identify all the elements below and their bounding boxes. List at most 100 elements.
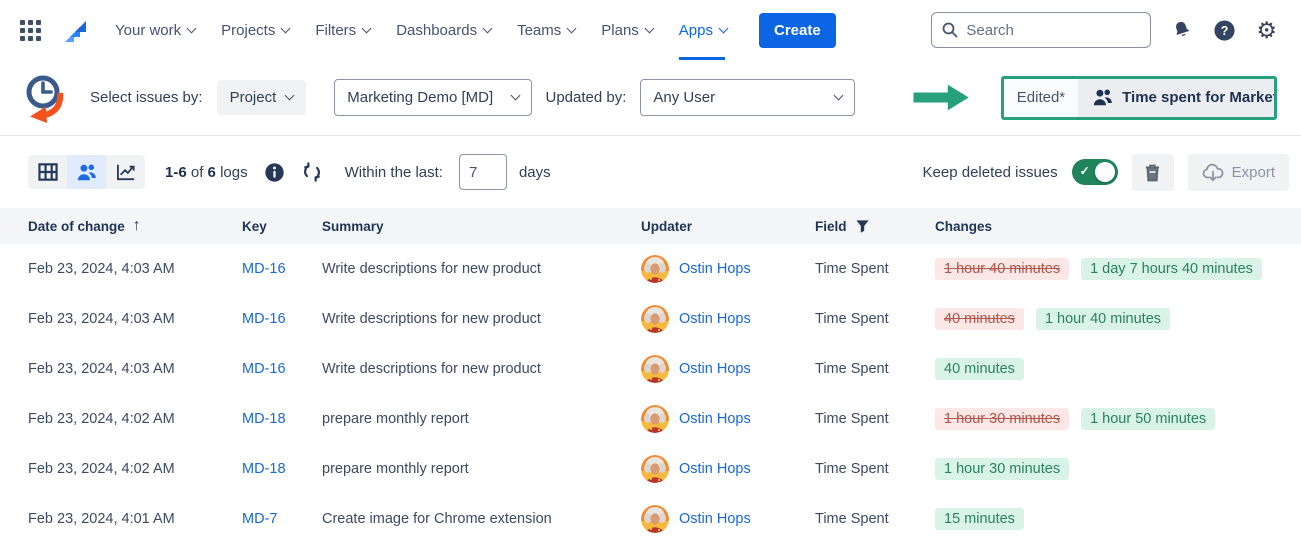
log-toolbar: 1-6 of 6 logs Within the last: days Keep… xyxy=(0,136,1301,208)
saved-view-button[interactable]: Time spent for Market… xyxy=(1078,79,1277,117)
info-icon[interactable] xyxy=(264,162,285,183)
new-value-chip: 1 hour 40 minutes xyxy=(1036,308,1170,330)
settings-icon[interactable]: ⚙ xyxy=(1256,19,1277,42)
issue-key-link[interactable]: MD-18 xyxy=(242,461,322,477)
nav-item-filters[interactable]: Filters xyxy=(315,0,370,60)
help-icon[interactable]: ? xyxy=(1213,19,1236,42)
updated-by-label: Updated by: xyxy=(546,89,627,106)
keep-deleted-toggle[interactable]: ✓ xyxy=(1072,159,1118,185)
logs-count-label: 1-6 of 6 logs xyxy=(165,164,248,181)
row-changes: 40 minutes 1 hour 40 minutes xyxy=(935,308,1301,330)
table-row: Feb 23, 2024, 4:03 AM MD-16 Write descri… xyxy=(0,344,1301,394)
row-field: Time Spent xyxy=(815,361,935,377)
updater-link[interactable]: Ostin Hops xyxy=(679,261,751,277)
table-row: Feb 23, 2024, 4:02 AM MD-18 prepare mont… xyxy=(0,394,1301,444)
chevron-down-icon xyxy=(510,91,520,101)
nav-item-projects[interactable]: Projects xyxy=(221,0,289,60)
row-field: Time Spent xyxy=(815,311,935,327)
app-switcher-icon[interactable] xyxy=(20,20,41,41)
header-key: Key xyxy=(242,219,322,234)
chevron-down-icon xyxy=(719,23,729,33)
row-field: Time Spent xyxy=(815,511,935,527)
table-row: Feb 23, 2024, 4:01 AM MD-7 Create image … xyxy=(0,494,1301,544)
view-switcher xyxy=(28,155,145,189)
updater-avatar xyxy=(641,455,669,483)
new-value-chip: 15 minutes xyxy=(935,508,1024,530)
chevron-down-icon xyxy=(567,23,577,33)
select-issues-by-label: Select issues by: xyxy=(90,89,203,106)
chevron-down-icon xyxy=(281,23,291,33)
filter-bar: Select issues by: Project Marketing Demo… xyxy=(0,60,1301,136)
row-changes: 1 hour 40 minutes 1 day 7 hours 40 minut… xyxy=(935,258,1301,280)
row-changes: 1 hour 30 minutes 1 hour 50 minutes xyxy=(935,408,1301,430)
svg-text:?: ? xyxy=(1221,23,1229,37)
export-button[interactable]: Export xyxy=(1188,154,1289,191)
old-value-chip: 1 hour 40 minutes xyxy=(935,258,1069,280)
chevron-down-icon xyxy=(834,91,844,101)
table-view-icon[interactable] xyxy=(28,155,67,189)
row-field: Time Spent xyxy=(815,261,935,277)
header-field: Field xyxy=(815,219,935,234)
row-summary: Create image for Chrome extension xyxy=(322,511,641,527)
updater-link[interactable]: Ostin Hops xyxy=(679,361,751,377)
chevron-down-icon xyxy=(362,23,372,33)
nav-item-apps[interactable]: Apps xyxy=(679,0,727,60)
updater-link[interactable]: Ostin Hops xyxy=(679,511,751,527)
notifications-icon[interactable] xyxy=(1171,19,1193,41)
chevron-down-icon xyxy=(644,23,654,33)
updater-avatar xyxy=(641,405,669,433)
updater-link[interactable]: Ostin Hops xyxy=(679,311,751,327)
days-label: days xyxy=(519,164,551,181)
export-cloud-icon xyxy=(1202,163,1224,182)
within-last-label: Within the last: xyxy=(345,164,443,181)
sort-ascending-icon[interactable]: ↑ xyxy=(133,217,141,235)
issue-key-link[interactable]: MD-16 xyxy=(242,361,322,377)
delete-logs-button[interactable] xyxy=(1132,154,1174,191)
updater-link[interactable]: Ostin Hops xyxy=(679,411,751,427)
updater-link[interactable]: Ostin Hops xyxy=(679,461,751,477)
table-body: Feb 23, 2024, 4:03 AM MD-16 Write descri… xyxy=(0,244,1301,544)
keep-deleted-label: Keep deleted issues xyxy=(923,164,1058,181)
old-value-chip: 40 minutes xyxy=(935,308,1024,330)
days-input[interactable] xyxy=(459,154,507,190)
jira-logo[interactable] xyxy=(61,16,89,44)
updater-avatar xyxy=(641,305,669,333)
annotation-arrow-icon xyxy=(913,84,968,112)
chevron-down-icon xyxy=(187,23,197,33)
new-value-chip: 40 minutes xyxy=(935,358,1024,380)
search-input[interactable] xyxy=(966,22,1126,39)
row-summary: Write descriptions for new product xyxy=(322,261,641,277)
time-tracking-app-page: Your work Projects Filters Dashboards Te… xyxy=(0,0,1301,548)
people-icon xyxy=(1092,88,1113,107)
nav-item-your-work[interactable]: Your work xyxy=(115,0,195,60)
chart-view-icon[interactable] xyxy=(106,155,145,189)
issue-key-link[interactable]: MD-16 xyxy=(242,261,322,277)
header-date-of-change[interactable]: Date of change ↑ xyxy=(28,217,242,235)
issue-key-link[interactable]: MD-16 xyxy=(242,311,322,327)
new-value-chip: 1 hour 30 minutes xyxy=(935,458,1069,480)
row-changes: 1 hour 30 minutes xyxy=(935,458,1301,480)
people-view-icon[interactable] xyxy=(67,155,106,189)
updater-avatar xyxy=(641,255,669,283)
chevron-down-icon xyxy=(285,91,295,101)
header-summary: Summary xyxy=(322,219,641,234)
row-summary: Write descriptions for new product xyxy=(322,311,641,327)
updated-by-dropdown[interactable]: Any User xyxy=(640,79,855,116)
row-date: Feb 23, 2024, 4:02 AM xyxy=(28,411,242,427)
row-summary: prepare monthly report xyxy=(322,411,641,427)
nav-item-teams[interactable]: Teams xyxy=(517,0,575,60)
refresh-icon[interactable] xyxy=(301,161,323,183)
create-button[interactable]: Create xyxy=(759,13,836,48)
table-row: Feb 23, 2024, 4:03 AM MD-16 Write descri… xyxy=(0,294,1301,344)
project-dropdown[interactable]: Marketing Demo [MD] xyxy=(334,79,531,116)
select-by-dropdown[interactable]: Project xyxy=(217,80,307,115)
issue-key-link[interactable]: MD-7 xyxy=(242,511,322,527)
search-box[interactable] xyxy=(931,12,1151,48)
nav-item-dashboards[interactable]: Dashboards xyxy=(396,0,491,60)
issue-key-link[interactable]: MD-18 xyxy=(242,411,322,427)
chevron-down-icon xyxy=(483,23,493,33)
nav-item-plans[interactable]: Plans xyxy=(601,0,653,60)
app-logo-clock-icon xyxy=(22,73,70,123)
filter-funnel-icon[interactable] xyxy=(855,219,870,234)
new-value-chip: 1 hour 50 minutes xyxy=(1081,408,1215,430)
